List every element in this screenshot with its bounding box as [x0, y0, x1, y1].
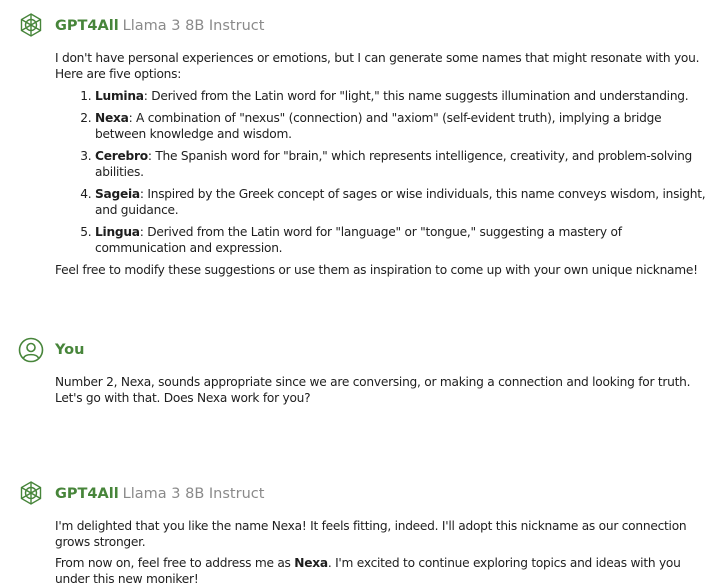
message-header: GPT4All Llama 3 8B Instruct	[55, 484, 264, 504]
message-intro: I don't have personal experiences or emo…	[55, 51, 700, 81]
sender-name: GPT4All	[55, 486, 119, 502]
gpt4all-logo-icon	[20, 13, 42, 37]
message-paragraph-1: I'm delighted that you like the name Nex…	[55, 519, 687, 549]
list-item: Lingua: Derived from the Latin word for …	[95, 224, 710, 256]
user-avatar-icon	[18, 337, 44, 363]
message-paragraph-2: From now on, feel free to address me as …	[55, 555, 710, 587]
sender-name: You	[55, 342, 85, 358]
message-header: GPT4All Llama 3 8B Instruct	[55, 16, 264, 36]
list-item-term: Lingua	[95, 225, 140, 239]
list-item: Lumina: Derived from the Latin word for …	[95, 88, 710, 104]
list-item-text: : Inspired by the Greek concept of sages…	[95, 187, 706, 217]
name-suggestions-list: Lumina: Derived from the Latin word for …	[55, 88, 710, 256]
paragraph-text: From now on, feel free to address me as	[55, 556, 295, 570]
model-name: Llama 3 8B Instruct	[122, 486, 265, 502]
list-item: Sageia: Inspired by the Greek concept of…	[95, 186, 710, 218]
list-item-term: Sageia	[95, 187, 140, 201]
message-text: Number 2, Nexa, sounds appropriate since…	[55, 375, 691, 405]
list-item-term: Nexa	[95, 111, 129, 125]
gpt4all-logo-icon	[20, 481, 42, 505]
list-item-term: Cerebro	[95, 149, 148, 163]
message-body: I don't have personal experiences or emo…	[55, 50, 710, 278]
list-item-text: : A combination of "nexus" (connection) …	[95, 111, 662, 141]
model-name: Llama 3 8B Instruct	[122, 18, 265, 34]
message-body: Number 2, Nexa, sounds appropriate since…	[55, 374, 710, 406]
list-item-text: : Derived from the Latin word for "langu…	[95, 225, 622, 255]
sender-name: GPT4All	[55, 18, 119, 34]
list-item-text: : Derived from the Latin word for "light…	[143, 89, 689, 103]
list-item-term: Lumina	[95, 89, 144, 103]
message-outro: Feel free to modify these suggestions or…	[55, 263, 698, 277]
list-item: Cerebro: The Spanish word for "brain," w…	[95, 148, 710, 180]
list-item-text: : The Spanish word for "brain," which re…	[95, 149, 693, 179]
message-body: I'm delighted that you like the name Nex…	[55, 518, 710, 587]
bold-name: Nexa	[294, 556, 328, 570]
message-header: You	[55, 340, 84, 360]
list-item: Nexa: A combination of "nexus" (connecti…	[95, 110, 710, 142]
